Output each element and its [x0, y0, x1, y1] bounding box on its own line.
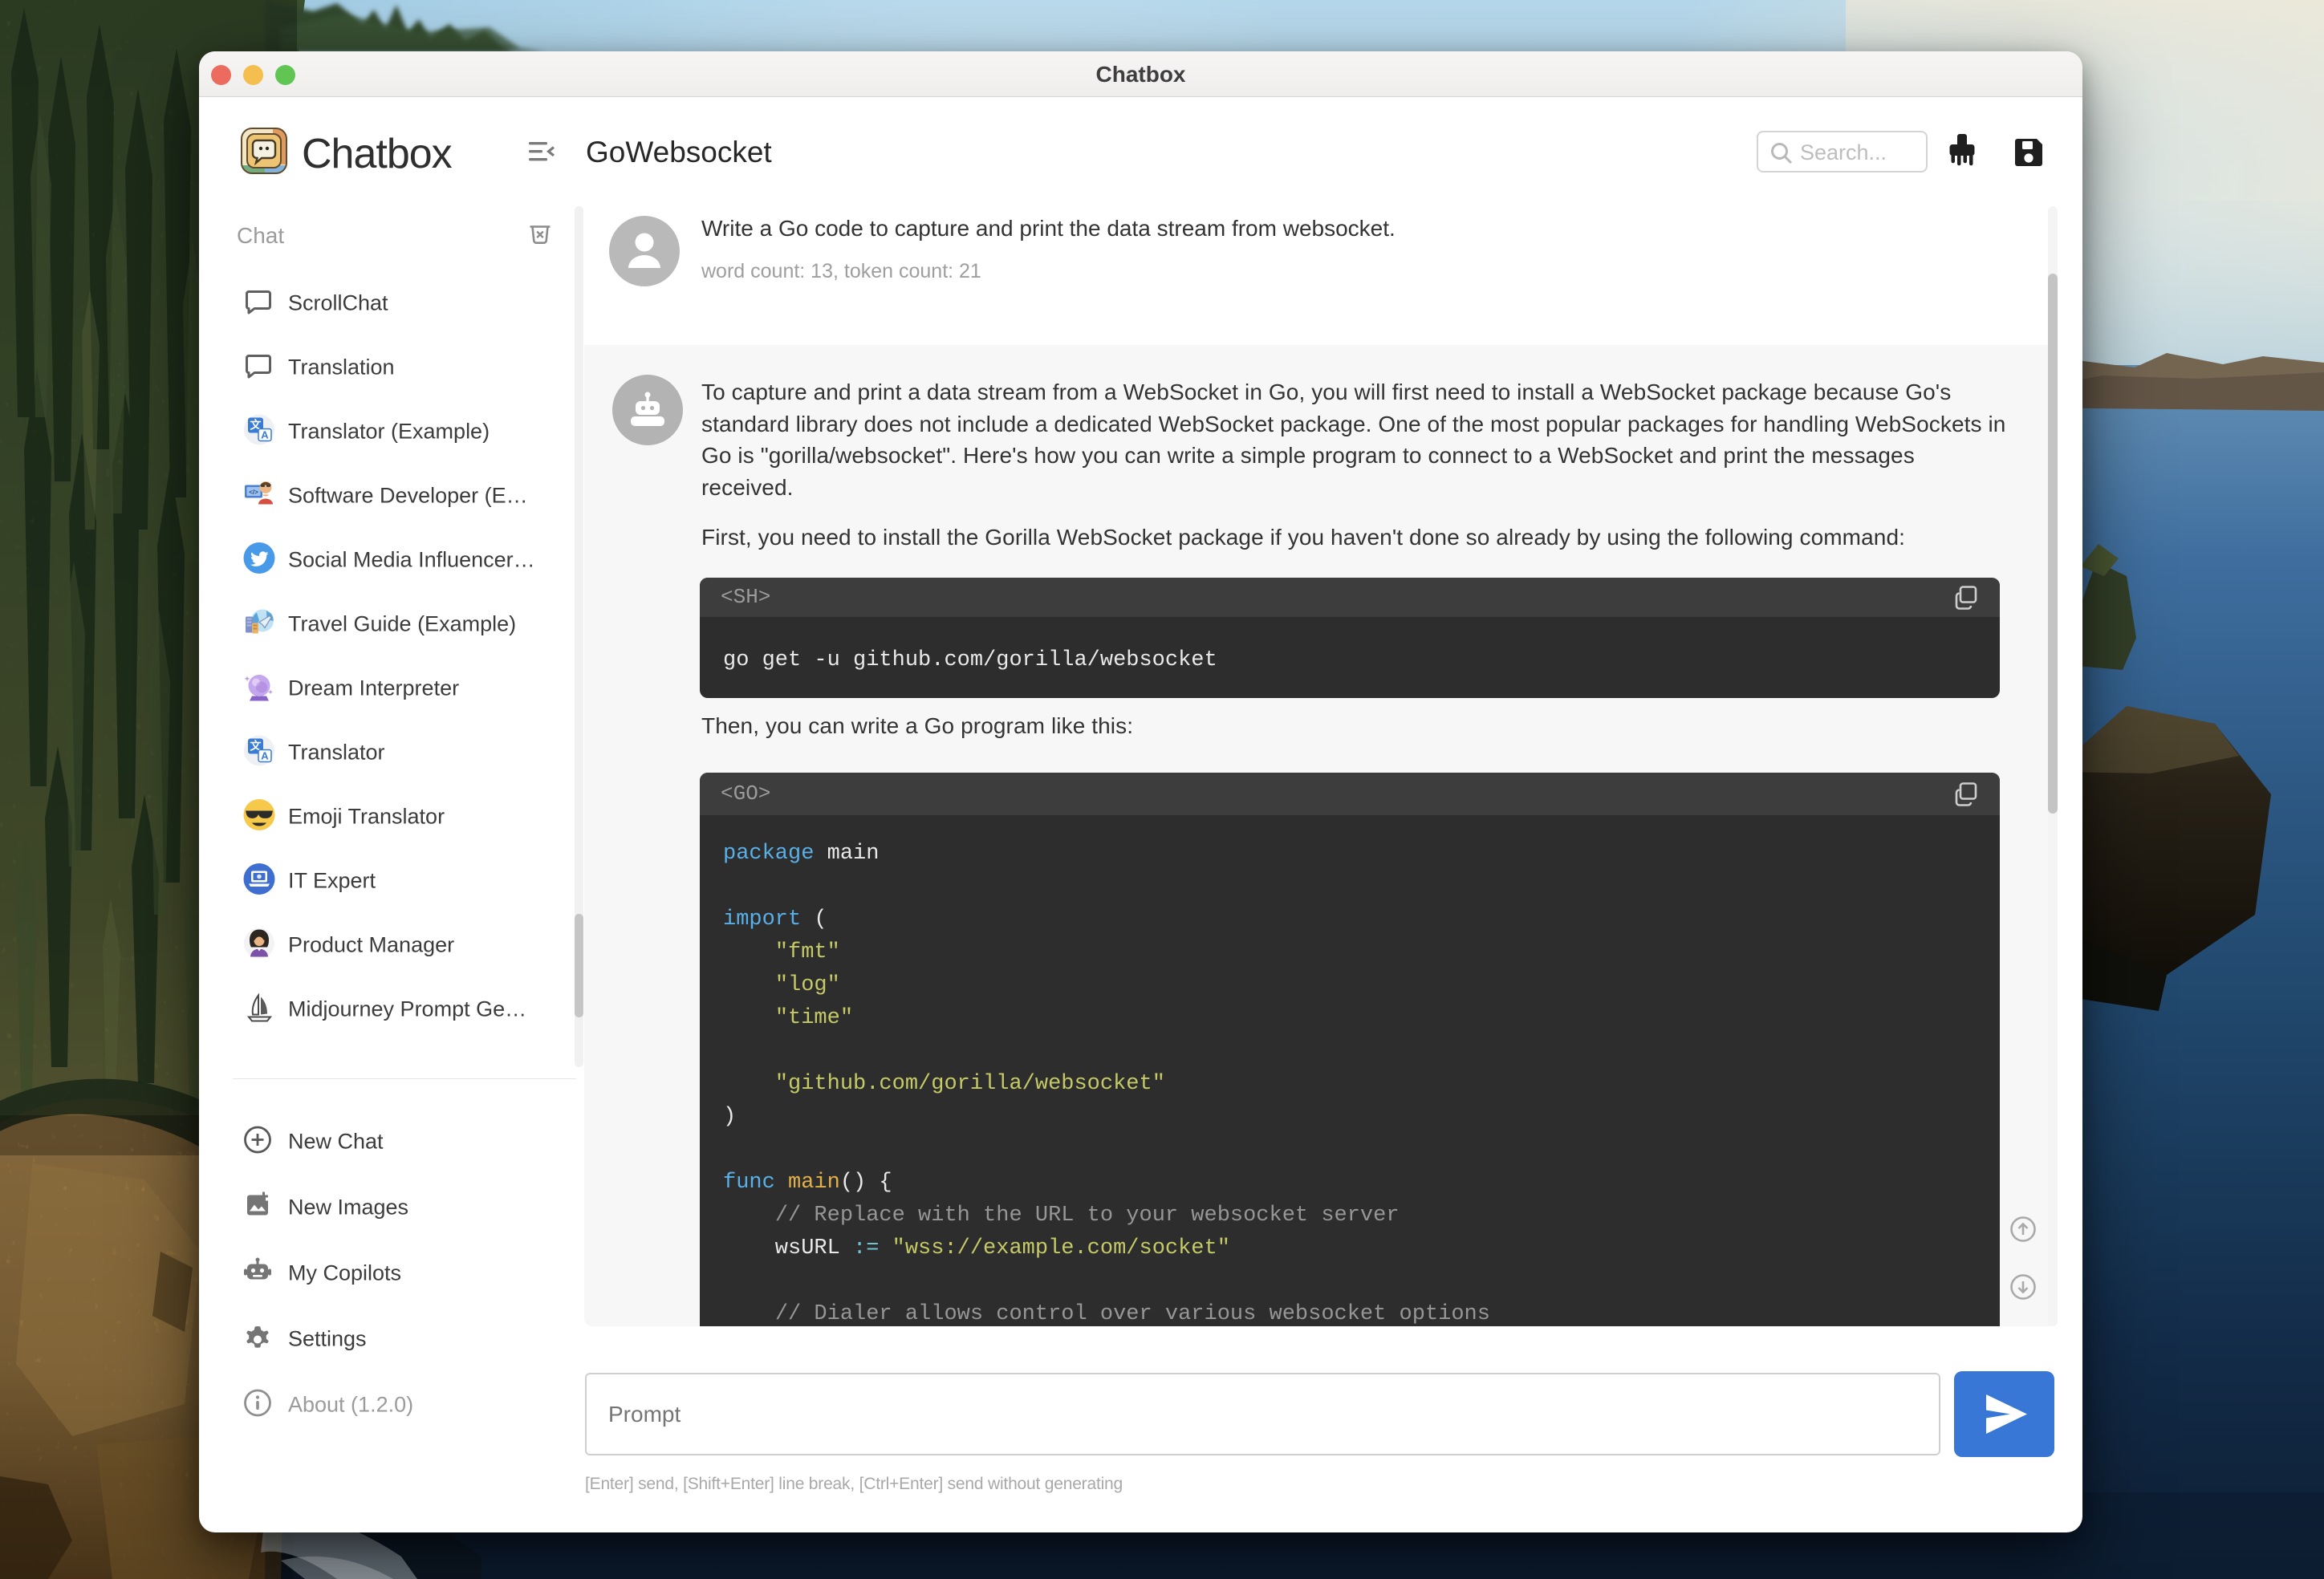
svg-text:A: A: [261, 750, 269, 762]
svg-text:</>: </>: [249, 489, 258, 496]
svg-text:A: A: [261, 429, 269, 441]
